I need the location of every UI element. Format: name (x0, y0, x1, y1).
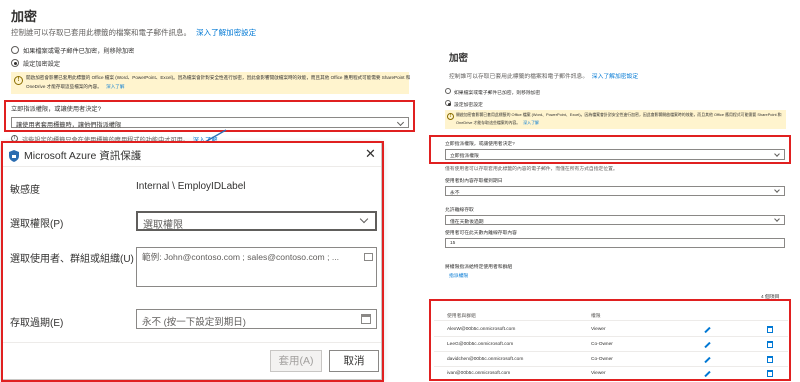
table-row[interactable]: davidchen@00b5c.onmicrosoft.com Co-Owner (418, 353, 800, 366)
assign-permissions-dropdown[interactable]: 立即指派權限 (445, 149, 785, 160)
table-row[interactable]: AlexW@00b5c.onmicrosoft.com Viewer (418, 323, 800, 336)
warning-banner: ! 開啟加密會影響已套用此標籤的 Office 檔案 (Word、PowerPo… (445, 110, 786, 129)
assign-permissions-dropdown[interactable]: 讓使用者套用標籤時，讓他們指派權限 (11, 117, 409, 129)
table-row[interactable]: ivan@00b5c.onmicrosoft.com Viewer (418, 367, 800, 380)
assign-hint: 僅有使用者可以存取套用此標籤的內容的電子郵件，而僅在所有方式自指定位置。 (445, 167, 618, 172)
chevron-down-icon (396, 118, 405, 126)
warning-banner: ! 開啟加密會影響已套用此標籤的 Office 檔案 (Word、PowerPo… (11, 72, 410, 94)
right-encryption-panel: 加密 控制誰可以存取已套用此標籤的檔案和電子郵件訊息。 深入了解加密設定 如果檔… (418, 0, 800, 382)
warning-learn-more-link[interactable]: 深入了解 (523, 120, 539, 125)
edit-icon[interactable] (704, 356, 711, 364)
offline-label: 允許離線存取 (445, 208, 474, 213)
expire-label: 使用者對內容存取權到期日 (445, 179, 503, 184)
encryption-learn-more-link[interactable]: 深入了解加密設定 (592, 74, 638, 80)
delete-icon[interactable] (767, 326, 773, 333)
expire-dropdown[interactable]: 永不 (445, 186, 785, 196)
configure-encryption-label: 設定加密設定 (23, 61, 61, 68)
configure-encryption-radio[interactable] (445, 100, 451, 106)
col-perm-header: 權限 (591, 314, 601, 319)
configure-encryption-label: 設定加密設定 (454, 103, 483, 108)
remove-encryption-radio[interactable] (11, 46, 19, 54)
highlight-box-dialog (1, 141, 384, 382)
chevron-down-icon (774, 150, 780, 157)
assign-permissions-label: 立即指派權限，或讓使用者決定? (11, 106, 102, 113)
delete-icon[interactable] (767, 356, 773, 363)
remove-encryption-radio[interactable] (445, 88, 451, 94)
delete-icon[interactable] (767, 370, 773, 377)
edit-icon[interactable] (704, 341, 711, 349)
description-text: 控制誰可以存取已套用此標籤的檔案和電子郵件訊息。 深入了解加密設定 (449, 74, 639, 80)
page-title: 加密 (11, 9, 38, 24)
offline-days-input[interactable]: 15 (445, 238, 785, 248)
left-encryption-panel: 加密 控制誰可以存取已套用此標籤的檔案和電子郵件訊息。 深入了解加密設定 如果檔… (0, 0, 418, 382)
offline-dropdown[interactable]: 僅在天數後過期 (445, 215, 785, 225)
warning-icon: ! (14, 76, 23, 85)
remove-encryption-label: 如果檔案或電子郵件已加密，則移除加密 (23, 48, 135, 55)
chevron-down-icon (774, 187, 780, 193)
chevron-down-icon (774, 216, 780, 222)
edit-icon[interactable] (704, 370, 711, 378)
configure-encryption-radio[interactable] (11, 59, 19, 67)
edit-icon[interactable] (704, 326, 711, 334)
offline-days-label: 使用者可在此天數內離線存取內容 (445, 231, 517, 236)
remove-encryption-label: 如果檔案或電子郵件已加密，則移除加密 (454, 91, 541, 96)
assign-permissions-link[interactable]: 指派權限 (449, 272, 468, 279)
col-user-header: 使用者與群組 (447, 314, 476, 319)
warning-learn-more-link[interactable]: 深入了解 (106, 84, 124, 89)
assign-permissions-label: 立即指派權限，或讓使用者決定? (445, 142, 515, 147)
warning-icon: ! (447, 113, 454, 120)
encryption-learn-more-link[interactable]: 深入了解加密設定 (196, 28, 256, 37)
table-row[interactable]: LeeG@00b5c.onmicrosoft.com Co-Owner (418, 338, 800, 351)
delete-icon[interactable] (767, 341, 773, 348)
description-text: 控制誰可以存取已套用此標籤的檔案和電子郵件訊息。 深入了解加密設定 (11, 28, 257, 37)
page-title: 加密 (449, 53, 469, 64)
assign-perm-label: 將權限指派給特定使用者和群組 (445, 265, 513, 270)
